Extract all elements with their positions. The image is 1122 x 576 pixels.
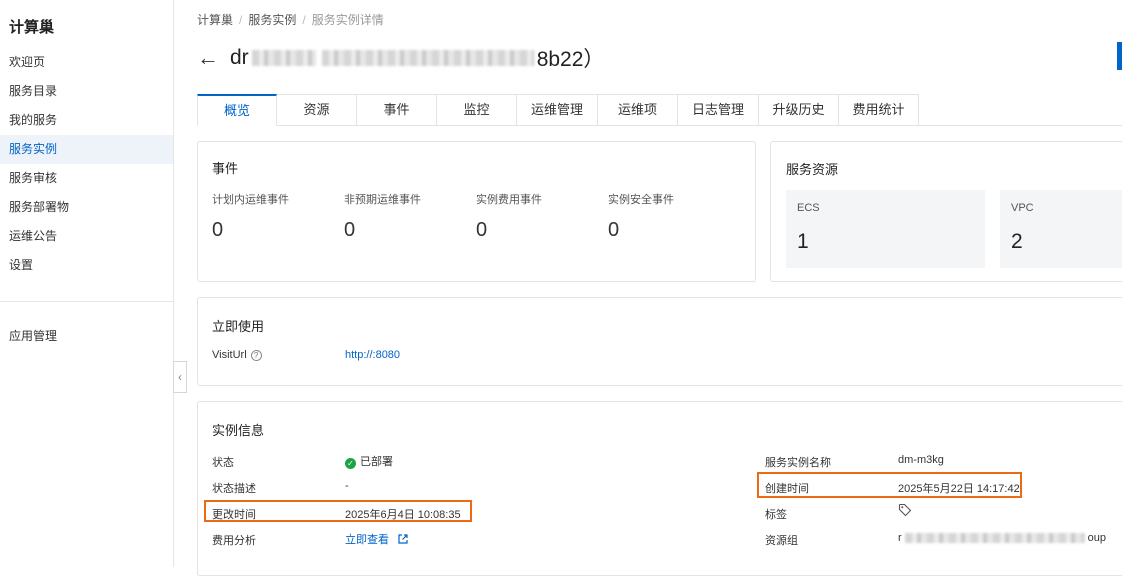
usage-card: 立即使用 VisitUrl? http://:8080 [197, 297, 1122, 386]
breadcrumb-item-compute-nest[interactable]: 计算巢 [197, 13, 233, 27]
sidebar-item-catalog[interactable]: 服务目录 [0, 77, 173, 106]
page-header: ← dr 8b22） [197, 42, 604, 74]
status-desc-value: - [345, 480, 349, 492]
sidebar-divider [0, 301, 173, 302]
arrow-left-icon: ← [197, 45, 219, 70]
resource-label: VPC [1011, 202, 1034, 214]
events-card: 事件 计划内运维事件 0 非预期运维事件 0 实例费用事件 0 实例安全事件 0 [197, 141, 756, 282]
redacted-text [321, 50, 534, 66]
sidebar-item-service-review[interactable]: 服务审核 [0, 164, 173, 193]
tab-resources[interactable]: 资源 [277, 94, 357, 126]
resource-label: ECS [797, 202, 820, 214]
status-badge: ✓ 已部署 [345, 453, 393, 469]
main-content: 计算巢 / 服务实例 / 服务实例详情 ← dr 8b22） 概览 资源 事件 监控 运… [197, 0, 1122, 576]
sidebar-collapse-button[interactable]: ‹ [173, 361, 187, 393]
instance-info-title: 实例信息 [212, 423, 265, 438]
check-circle-icon: ✓ [345, 458, 356, 469]
tag-icon [898, 503, 912, 520]
sidebar-item-app-management[interactable]: 应用管理 [0, 322, 173, 351]
page-title-suffix: 8b22） [536, 48, 605, 71]
breadcrumb-separator: / [302, 13, 306, 27]
visit-url-label-text: VisitUrl [212, 349, 247, 361]
breadcrumb-item-service-instances[interactable]: 服务实例 [248, 13, 296, 27]
redacted-text [251, 50, 316, 66]
usage-card-title: 立即使用 [212, 319, 265, 334]
resource-count: 1 [797, 230, 809, 253]
tab-ops-management[interactable]: 运维管理 [517, 94, 598, 126]
resource-group-value: r oup [898, 532, 1106, 544]
event-label: 计划内运维事件 [212, 194, 289, 206]
event-count[interactable]: 0 [344, 219, 355, 242]
breadcrumb-item-current: 服务实例详情 [311, 13, 384, 27]
tab-overview[interactable]: 概览 [197, 94, 277, 126]
external-link-icon [398, 534, 408, 547]
resource-tile-vpc[interactable]: VPC 2 [1000, 190, 1122, 268]
cost-analysis-label: 费用分析 [212, 535, 256, 547]
sidebar-item-settings[interactable]: 设置 [0, 251, 173, 280]
chevron-left-icon: ‹ [178, 370, 182, 384]
sidebar-item-service-instances[interactable]: 服务实例 [0, 135, 173, 164]
sidebar-item-welcome[interactable]: 欢迎页 [0, 48, 173, 77]
status-label: 状态 [212, 457, 234, 469]
events-card-title: 事件 [212, 161, 239, 176]
question-circle-icon[interactable]: ? [250, 349, 262, 361]
resource-tile-ecs[interactable]: ECS 1 [786, 190, 985, 268]
cost-analysis-link[interactable]: 立即查看 [345, 531, 408, 547]
resource-group-prefix: r [898, 532, 902, 544]
resources-card-title: 服务资源 [786, 162, 839, 177]
resources-card: 服务资源 ECS 1 VPC 2 [770, 141, 1122, 282]
tab-events[interactable]: 事件 [357, 94, 437, 126]
sidebar-brand: 计算巢 [9, 19, 55, 36]
visit-url-link[interactable]: http://:8080 [345, 349, 400, 361]
event-count[interactable]: 0 [476, 219, 487, 242]
resource-group-label: 资源组 [765, 535, 798, 547]
resource-count: 2 [1011, 230, 1023, 253]
event-label: 实例费用事件 [476, 194, 542, 206]
sidebar: 计算巢 欢迎页 服务目录 我的服务 服务实例 服务审核 服务部署物 运维公告 设… [0, 0, 174, 567]
tab-bar: 概览 资源 事件 监控 运维管理 运维项 日志管理 升级历史 费用统计 [197, 94, 919, 126]
page-title-prefix: dr [230, 46, 249, 69]
status-value: 已部署 [360, 456, 393, 468]
status-desc-label: 状态描述 [212, 483, 256, 495]
sidebar-item-deploy-artifacts[interactable]: 服务部署物 [0, 193, 173, 222]
instance-name-value: dm-m3kg [898, 454, 944, 466]
event-count[interactable]: 0 [608, 219, 619, 242]
tab-cost-statistics[interactable]: 费用统计 [839, 94, 919, 126]
event-label: 实例安全事件 [608, 194, 674, 206]
breadcrumb-separator: / [239, 13, 243, 27]
sidebar-item-my-services[interactable]: 我的服务 [0, 106, 173, 135]
tab-upgrade-history[interactable]: 升级历史 [759, 94, 839, 126]
event-count[interactable]: 0 [212, 219, 223, 242]
tab-ops-items[interactable]: 运维项 [598, 94, 678, 126]
sidebar-secondary-nav: 应用管理 [0, 322, 173, 351]
highlight-box-modified-time [204, 500, 472, 522]
header-action-button-edge[interactable] [1117, 42, 1122, 70]
redacted-text [904, 533, 1085, 544]
tags-label: 标签 [765, 509, 787, 521]
visit-url-label: VisitUrl? [212, 349, 262, 361]
event-label: 非预期运维事件 [344, 194, 421, 206]
sidebar-item-ops-announcements[interactable]: 运维公告 [0, 222, 173, 251]
tag-edit-button[interactable] [898, 503, 912, 520]
highlight-box-created-time [757, 472, 1022, 498]
resource-group-suffix: oup [1087, 532, 1107, 544]
cost-analysis-link-text: 立即查看 [345, 534, 389, 546]
back-button[interactable]: ← [197, 45, 223, 71]
sidebar-nav: 欢迎页 服务目录 我的服务 服务实例 服务审核 服务部署物 运维公告 设置 [0, 48, 173, 280]
instance-name-label: 服务实例名称 [765, 457, 831, 469]
tab-monitoring[interactable]: 监控 [437, 94, 517, 126]
tab-log-management[interactable]: 日志管理 [678, 94, 759, 126]
breadcrumb: 计算巢 / 服务实例 / 服务实例详情 [197, 11, 384, 28]
